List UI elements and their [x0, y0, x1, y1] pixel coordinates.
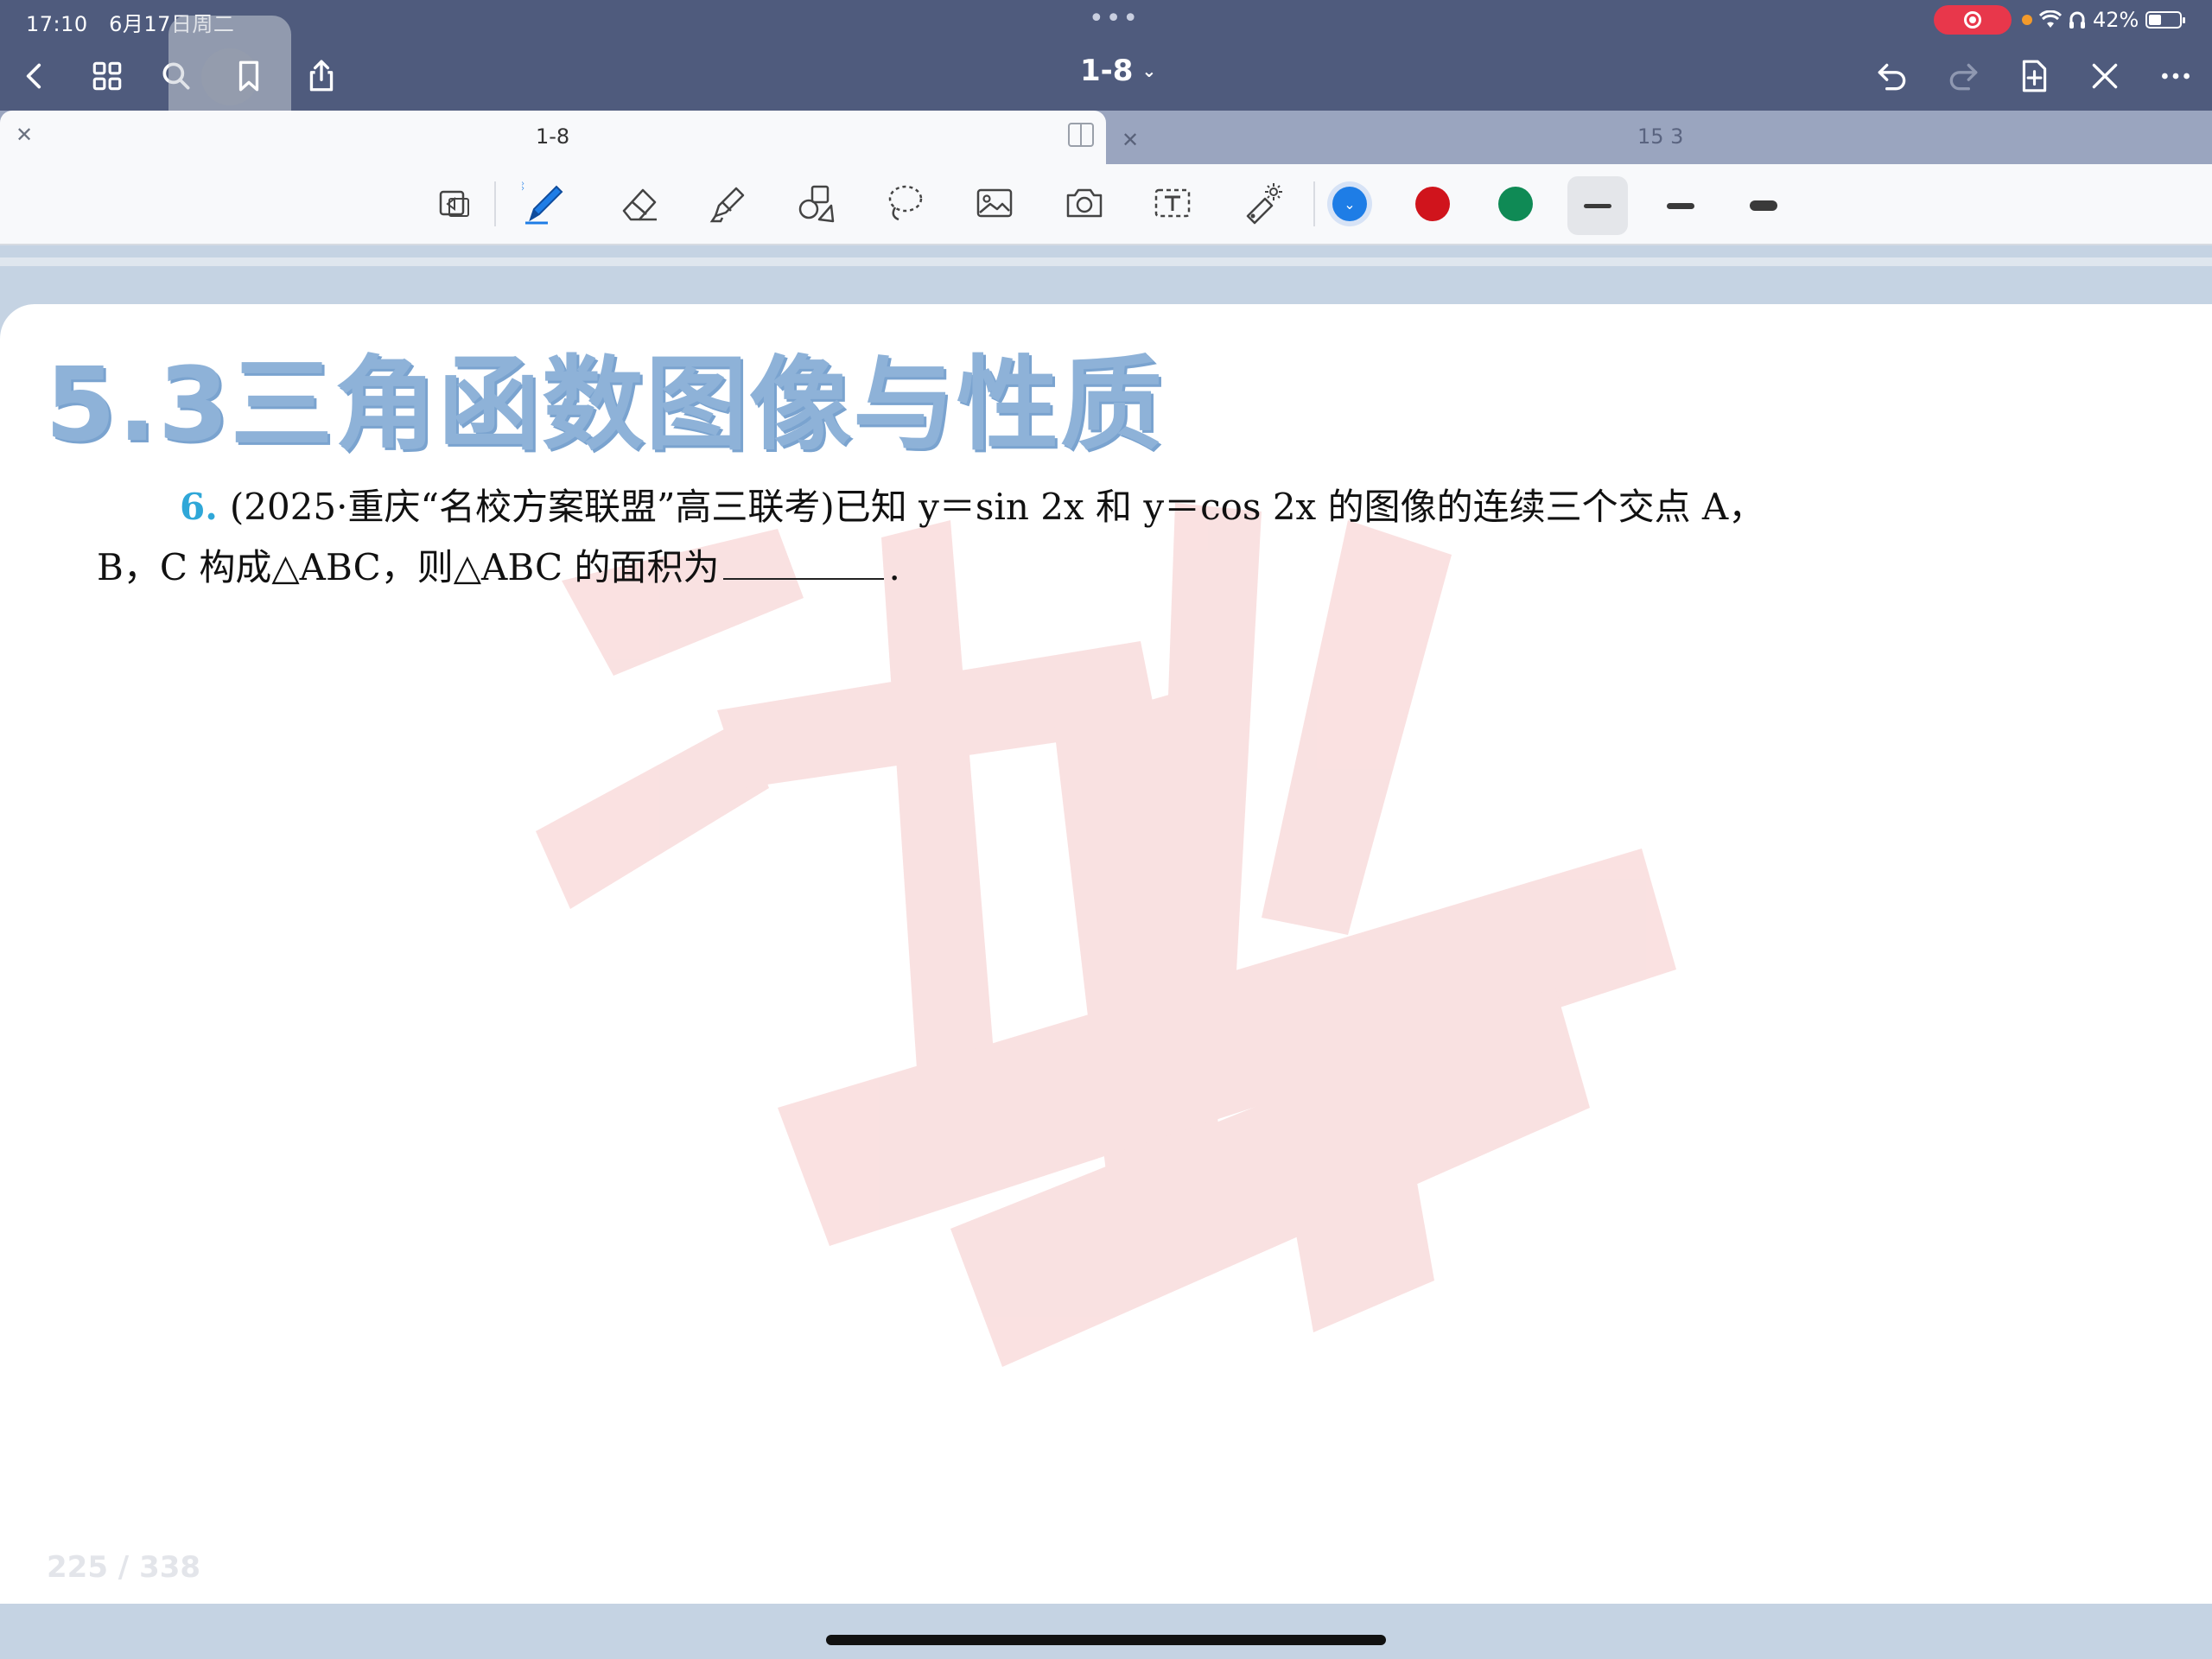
image-tool-button[interactable]	[968, 176, 1021, 230]
eraser-tool-button[interactable]	[613, 176, 667, 230]
bookmark-icon	[238, 60, 259, 92]
highlighter-tool-button[interactable]	[702, 176, 755, 230]
question-number: 6.	[180, 486, 218, 528]
previous-page-edge	[0, 257, 2212, 266]
tab-label: 15 3	[1637, 124, 1684, 149]
answer-blank	[722, 543, 884, 580]
battery-icon	[2145, 11, 2186, 29]
tab-1-8[interactable]: ✕ 1-8	[0, 111, 1106, 164]
title-bar: 17:10 6月17日周二 ••• 42% 1-8 ⌄	[0, 0, 2212, 138]
record-icon	[1964, 11, 1981, 29]
pen-icon: ᛒ	[522, 180, 563, 225]
add-page-button[interactable]	[2012, 54, 2056, 99]
more-button[interactable]	[2153, 54, 2198, 99]
headphones-icon	[2069, 11, 2085, 29]
watermark-image	[536, 503, 1676, 1367]
redo-icon	[1949, 63, 1978, 91]
question-6: 6. (2025·重庆“名校方案联盟”高三联考)已知 y＝sin 2x 和 y＝c…	[97, 477, 2136, 598]
annotation-toolbar: ᛒ ⌄	[0, 164, 2212, 245]
screen-recording-indicator[interactable]	[1934, 5, 2012, 35]
document-title: 1-8	[1080, 54, 1134, 88]
stroke-thin-button[interactable]	[1567, 176, 1628, 235]
shape-tool-button[interactable]	[790, 176, 843, 230]
back-button[interactable]	[12, 54, 57, 99]
split-view-icon[interactable]	[1068, 123, 1094, 147]
question-line-2: B，C 构成△ABC，则△ABC 的面积为.	[97, 537, 2136, 598]
section-title: 5.3三角函数图像与性质	[45, 345, 1165, 464]
share-icon	[309, 60, 334, 92]
share-button[interactable]	[299, 54, 344, 99]
svg-text:ᛒ: ᛒ	[522, 180, 525, 194]
add-page-icon	[2022, 60, 2047, 92]
wifi-icon	[2039, 10, 2062, 28]
chevron-down-icon: ⌄	[1344, 195, 1356, 213]
bookmark-button[interactable]	[226, 54, 271, 99]
pen-close-icon	[2092, 63, 2118, 89]
battery-percent: 42%	[2093, 8, 2139, 32]
page-counter: 225 / 338	[47, 1550, 201, 1585]
lasso-icon	[888, 185, 923, 221]
pen-tool-button[interactable]: ᛒ	[518, 176, 572, 230]
tab-close-icon[interactable]: ✕	[16, 123, 33, 147]
text-box-icon	[1154, 188, 1191, 218]
stroke-thick-button[interactable]	[1733, 176, 1794, 235]
color-swatch-blue[interactable]: ⌄	[1332, 187, 1367, 221]
document-title-button[interactable]: 1-8 ⌄	[1080, 54, 1156, 88]
clock: 17:10	[26, 12, 88, 36]
question-text-2: B，C 构成△ABC，则△ABC 的面积为	[97, 546, 720, 588]
multitasking-dots[interactable]: •••	[1089, 3, 1140, 34]
toolbar-divider	[1313, 181, 1315, 226]
highlighter-icon	[709, 187, 745, 223]
tab-label: 1-8	[536, 124, 570, 149]
camera-tool-button[interactable]	[1058, 176, 1111, 230]
mic-indicator-dot	[2022, 15, 2032, 25]
chevron-down-icon: ⌄	[1141, 60, 1157, 81]
color-swatch-red[interactable]	[1415, 187, 1450, 221]
image-icon	[976, 188, 1013, 218]
thumbnails-button[interactable]	[85, 54, 130, 99]
color-swatch-green[interactable]	[1498, 187, 1533, 221]
question-line-1: 6. (2025·重庆“名校方案联盟”高三联考)已知 y＝sin 2x 和 y＝c…	[97, 477, 2136, 537]
pdf-page[interactable]: 5.3三角函数图像与性质 6. (2025·重庆“名校方案联盟”高三联考)已知 y…	[0, 304, 2212, 1604]
camera-icon	[1066, 188, 1103, 218]
more-icon	[2162, 73, 2190, 79]
close-edit-button[interactable]	[2082, 54, 2127, 99]
stroke-medium-icon	[1667, 202, 1694, 209]
stroke-thin-icon	[1584, 203, 1611, 208]
question-end: .	[888, 546, 900, 588]
lasso-tool-button[interactable]	[878, 176, 931, 230]
stroke-thick-icon	[1750, 200, 1777, 211]
undo-icon	[1878, 63, 1906, 91]
chevron-left-icon	[26, 63, 41, 89]
toolbar-divider	[494, 181, 496, 226]
status-icons: 42%	[2022, 5, 2186, 35]
tab-close-icon[interactable]: ✕	[1122, 128, 1139, 152]
tab-bar: ✕ 1-8 ✕ 15 3	[0, 111, 2212, 164]
laser-pointer-icon	[1246, 183, 1282, 225]
eraser-icon	[622, 188, 657, 221]
home-indicator[interactable]	[826, 1635, 1386, 1645]
laser-pointer-button[interactable]	[1236, 176, 1289, 230]
stroke-medium-button[interactable]	[1650, 176, 1711, 235]
redo-button[interactable]	[1941, 54, 1986, 99]
shapes-icon	[798, 185, 835, 223]
read-only-mode-button[interactable]	[427, 176, 480, 230]
grid-icon	[92, 61, 122, 91]
tab-15-3[interactable]: ✕ 15 3	[1108, 116, 2212, 164]
question-text-1: (2025·重庆“名校方案联盟”高三联考)已知 y＝sin 2x 和 y＝cos…	[229, 486, 1765, 528]
document-canvas[interactable]: 5.3三角函数图像与性质 6. (2025·重庆“名校方案联盟”高三联考)已知 y…	[0, 245, 2212, 1659]
undo-button[interactable]	[1870, 54, 1915, 99]
text-tool-button[interactable]	[1146, 176, 1199, 230]
hand-mode-icon	[439, 190, 469, 217]
